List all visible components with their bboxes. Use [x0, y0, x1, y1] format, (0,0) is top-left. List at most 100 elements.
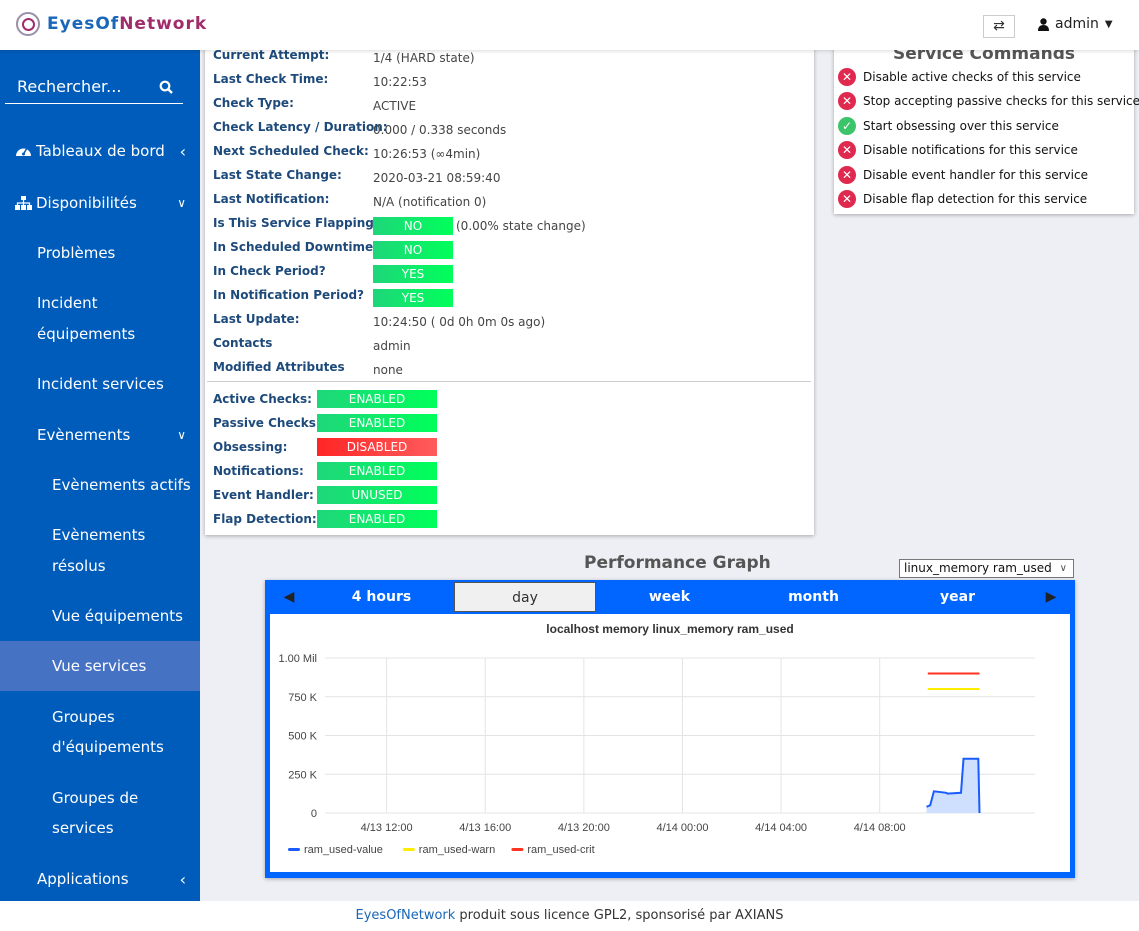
detail-label: In Scheduled Downtime?	[213, 240, 381, 254]
y-tick-label: 1.00 Mil	[278, 653, 317, 665]
detail-label: Current Attempt:	[213, 48, 330, 62]
service-details-card: Current Attempt: 1/4 (HARD state) Last Che…	[205, 42, 814, 535]
detail-value: 10:26:53 (∞4min)	[373, 147, 481, 161]
sidebar-item-label: Disponibilités	[36, 194, 137, 212]
legend-swatch	[288, 848, 300, 851]
legend-label: ram_used-value	[304, 844, 383, 856]
series-area-ram_used-value	[926, 758, 980, 813]
legend-swatch	[511, 848, 524, 851]
section-divider	[207, 381, 811, 382]
status-badge: NO	[373, 241, 453, 259]
service-command-link[interactable]: ✕ Stop accepting passive checks for this …	[838, 92, 1139, 111]
tab-month[interactable]: month	[742, 582, 885, 612]
service-commands-card: Service Commands ✕ Disable active checks …	[834, 42, 1139, 214]
toggle-sidebar-button[interactable]: ⇄	[983, 15, 1015, 38]
swap-arrows-icon: ⇄	[993, 18, 1005, 34]
disable-x-icon: ✕	[838, 141, 856, 160]
sidebar-item-label: Evènements	[52, 526, 146, 544]
service-command-label: Stop accepting passive checks for this s…	[863, 94, 1139, 109]
flag-label: Obsessing:	[213, 440, 288, 454]
x-tick-label: 4/13 20:00	[558, 822, 610, 834]
arrow-right-icon: ▶	[1045, 589, 1057, 605]
flag-status-badge: DISABLED	[317, 438, 437, 456]
service-command-link[interactable]: ✕ Disable event handler for this service	[838, 165, 1088, 184]
sidebar-item-label: Evènements	[37, 426, 131, 444]
x-tick-label: 4/14 04:00	[755, 822, 807, 834]
detail-label: Is This Service Flapping?	[213, 216, 381, 230]
footer-link[interactable]: EyesOfNetwork	[356, 908, 456, 923]
dashboard-icon	[16, 148, 31, 156]
status-badge: YES	[373, 265, 453, 283]
chart-title: localhost memory linux_memory ram_used	[546, 622, 793, 636]
search-input[interactable]: Rechercher...	[5, 70, 183, 104]
service-command-label: Disable event handler for this service	[863, 167, 1088, 182]
detail-value: 1/4 (HARD state)	[373, 51, 475, 65]
flag-label: Notifications:	[213, 464, 304, 478]
user-menu[interactable]: admin ▼	[1038, 16, 1113, 32]
sidebar-item-label: Incident services	[37, 375, 164, 393]
top-bar: EyesOfNetwork ⇄ admin ▼	[0, 0, 1139, 50]
sidebar-item-label: Incident	[37, 294, 98, 312]
detail-value: N/A (notification 0)	[373, 195, 487, 209]
tab-4-hours[interactable]: 4 hours	[310, 582, 453, 612]
footer-text: produit sous licence GPL2, sponsorisé pa…	[455, 908, 784, 923]
search-icon[interactable]	[159, 80, 173, 94]
y-tick-label: 250 K	[288, 769, 317, 781]
sidebar-item-label: Applications	[37, 870, 129, 888]
detail-value: 10:24:50 ( 0d 0h 0m 0s ago)	[373, 315, 546, 329]
detail-label: Next Scheduled Check:	[213, 144, 369, 158]
arrow-left-icon: ◀	[283, 589, 295, 605]
previous-period-button[interactable]: ◀	[267, 582, 311, 612]
detail-label: Check Type:	[213, 96, 294, 110]
chevron-down-icon: ∨	[177, 428, 186, 442]
datasource-select[interactable]: linux_memory ram_used ∨	[899, 559, 1074, 578]
service-command-label: Disable active checks of this service	[863, 70, 1081, 84]
sidebar-item-label: Vue services	[52, 657, 147, 675]
flag-label: Flap Detection:	[213, 512, 317, 526]
footer: EyesOfNetwork produit sous licence GPL2,…	[0, 901, 1139, 931]
detail-label: Contacts	[213, 336, 273, 350]
next-period-button[interactable]: ▶	[1029, 582, 1073, 612]
flag-status-badge: UNUSED	[317, 486, 437, 504]
search-placeholder: Rechercher...	[17, 77, 122, 96]
sitemap-icon	[15, 196, 32, 210]
flag-label: Passive Checks:	[213, 416, 321, 430]
tab-week[interactable]: week	[598, 582, 741, 612]
sidebar-item-label-line2: équipements	[37, 325, 136, 343]
caret-down-icon: ▼	[1104, 18, 1113, 30]
logo[interactable]: EyesOfNetwork	[16, 12, 207, 36]
legend-label: ram_used-warn	[419, 844, 495, 856]
service-command-label: Start obsessing over this service	[863, 118, 1059, 133]
detail-label: Last Update:	[213, 312, 300, 326]
detail-value: 2020-03-21 08:59:40	[373, 171, 501, 185]
detail-value: 0.000 / 0.338 seconds	[373, 123, 507, 137]
datasource-selected-value: linux_memory ram_used	[904, 561, 1052, 575]
flag-status-badge: ENABLED	[317, 510, 437, 528]
sidebar-item-label: Tableaux de bord	[36, 142, 165, 160]
sidebar-item-service-view[interactable]: Vue services	[0, 641, 200, 691]
x-tick-label: 4/13 16:00	[459, 822, 511, 834]
detail-value: none	[373, 363, 403, 377]
sidebar-item-label: Evènements actifs	[52, 476, 191, 494]
disable-x-icon: ✕	[838, 92, 856, 111]
tab-day[interactable]: day	[454, 582, 596, 612]
service-command-link[interactable]: ✓ Start obsessing over this service	[838, 116, 1059, 135]
service-command-link[interactable]: ✕ Disable active checks of this service	[838, 68, 1081, 86]
enable-check-icon: ✓	[838, 116, 856, 135]
detail-label: In Notification Period?	[213, 288, 365, 302]
sidebar-item-label: Groupes de	[52, 789, 139, 807]
sidebar-item-label-line2: d'équipements	[52, 738, 164, 756]
detail-extra: (0.00% state change)	[456, 219, 586, 233]
service-command-link[interactable]: ✕ Disable notifications for this service	[838, 141, 1078, 160]
sidebar-item-label: Problèmes	[37, 244, 116, 262]
performance-graph-frame: ◀ 4 hours day week month year ▶ localhos…	[265, 580, 1075, 878]
sidebar-item-label: Groupes	[52, 708, 115, 726]
tab-year[interactable]: year	[886, 582, 1029, 612]
x-tick-label: 4/14 08:00	[854, 822, 906, 834]
service-command-link[interactable]: ✕ Disable flap detection for this service	[838, 190, 1087, 208]
chevron-left-icon: ‹	[179, 870, 186, 889]
flag-status-badge: ENABLED	[317, 390, 437, 408]
performance-graph-title: Performance Graph	[584, 553, 771, 573]
legend-label: ram_used-crit	[527, 844, 594, 856]
sidebar-item-label-line2: résolus	[52, 557, 106, 575]
